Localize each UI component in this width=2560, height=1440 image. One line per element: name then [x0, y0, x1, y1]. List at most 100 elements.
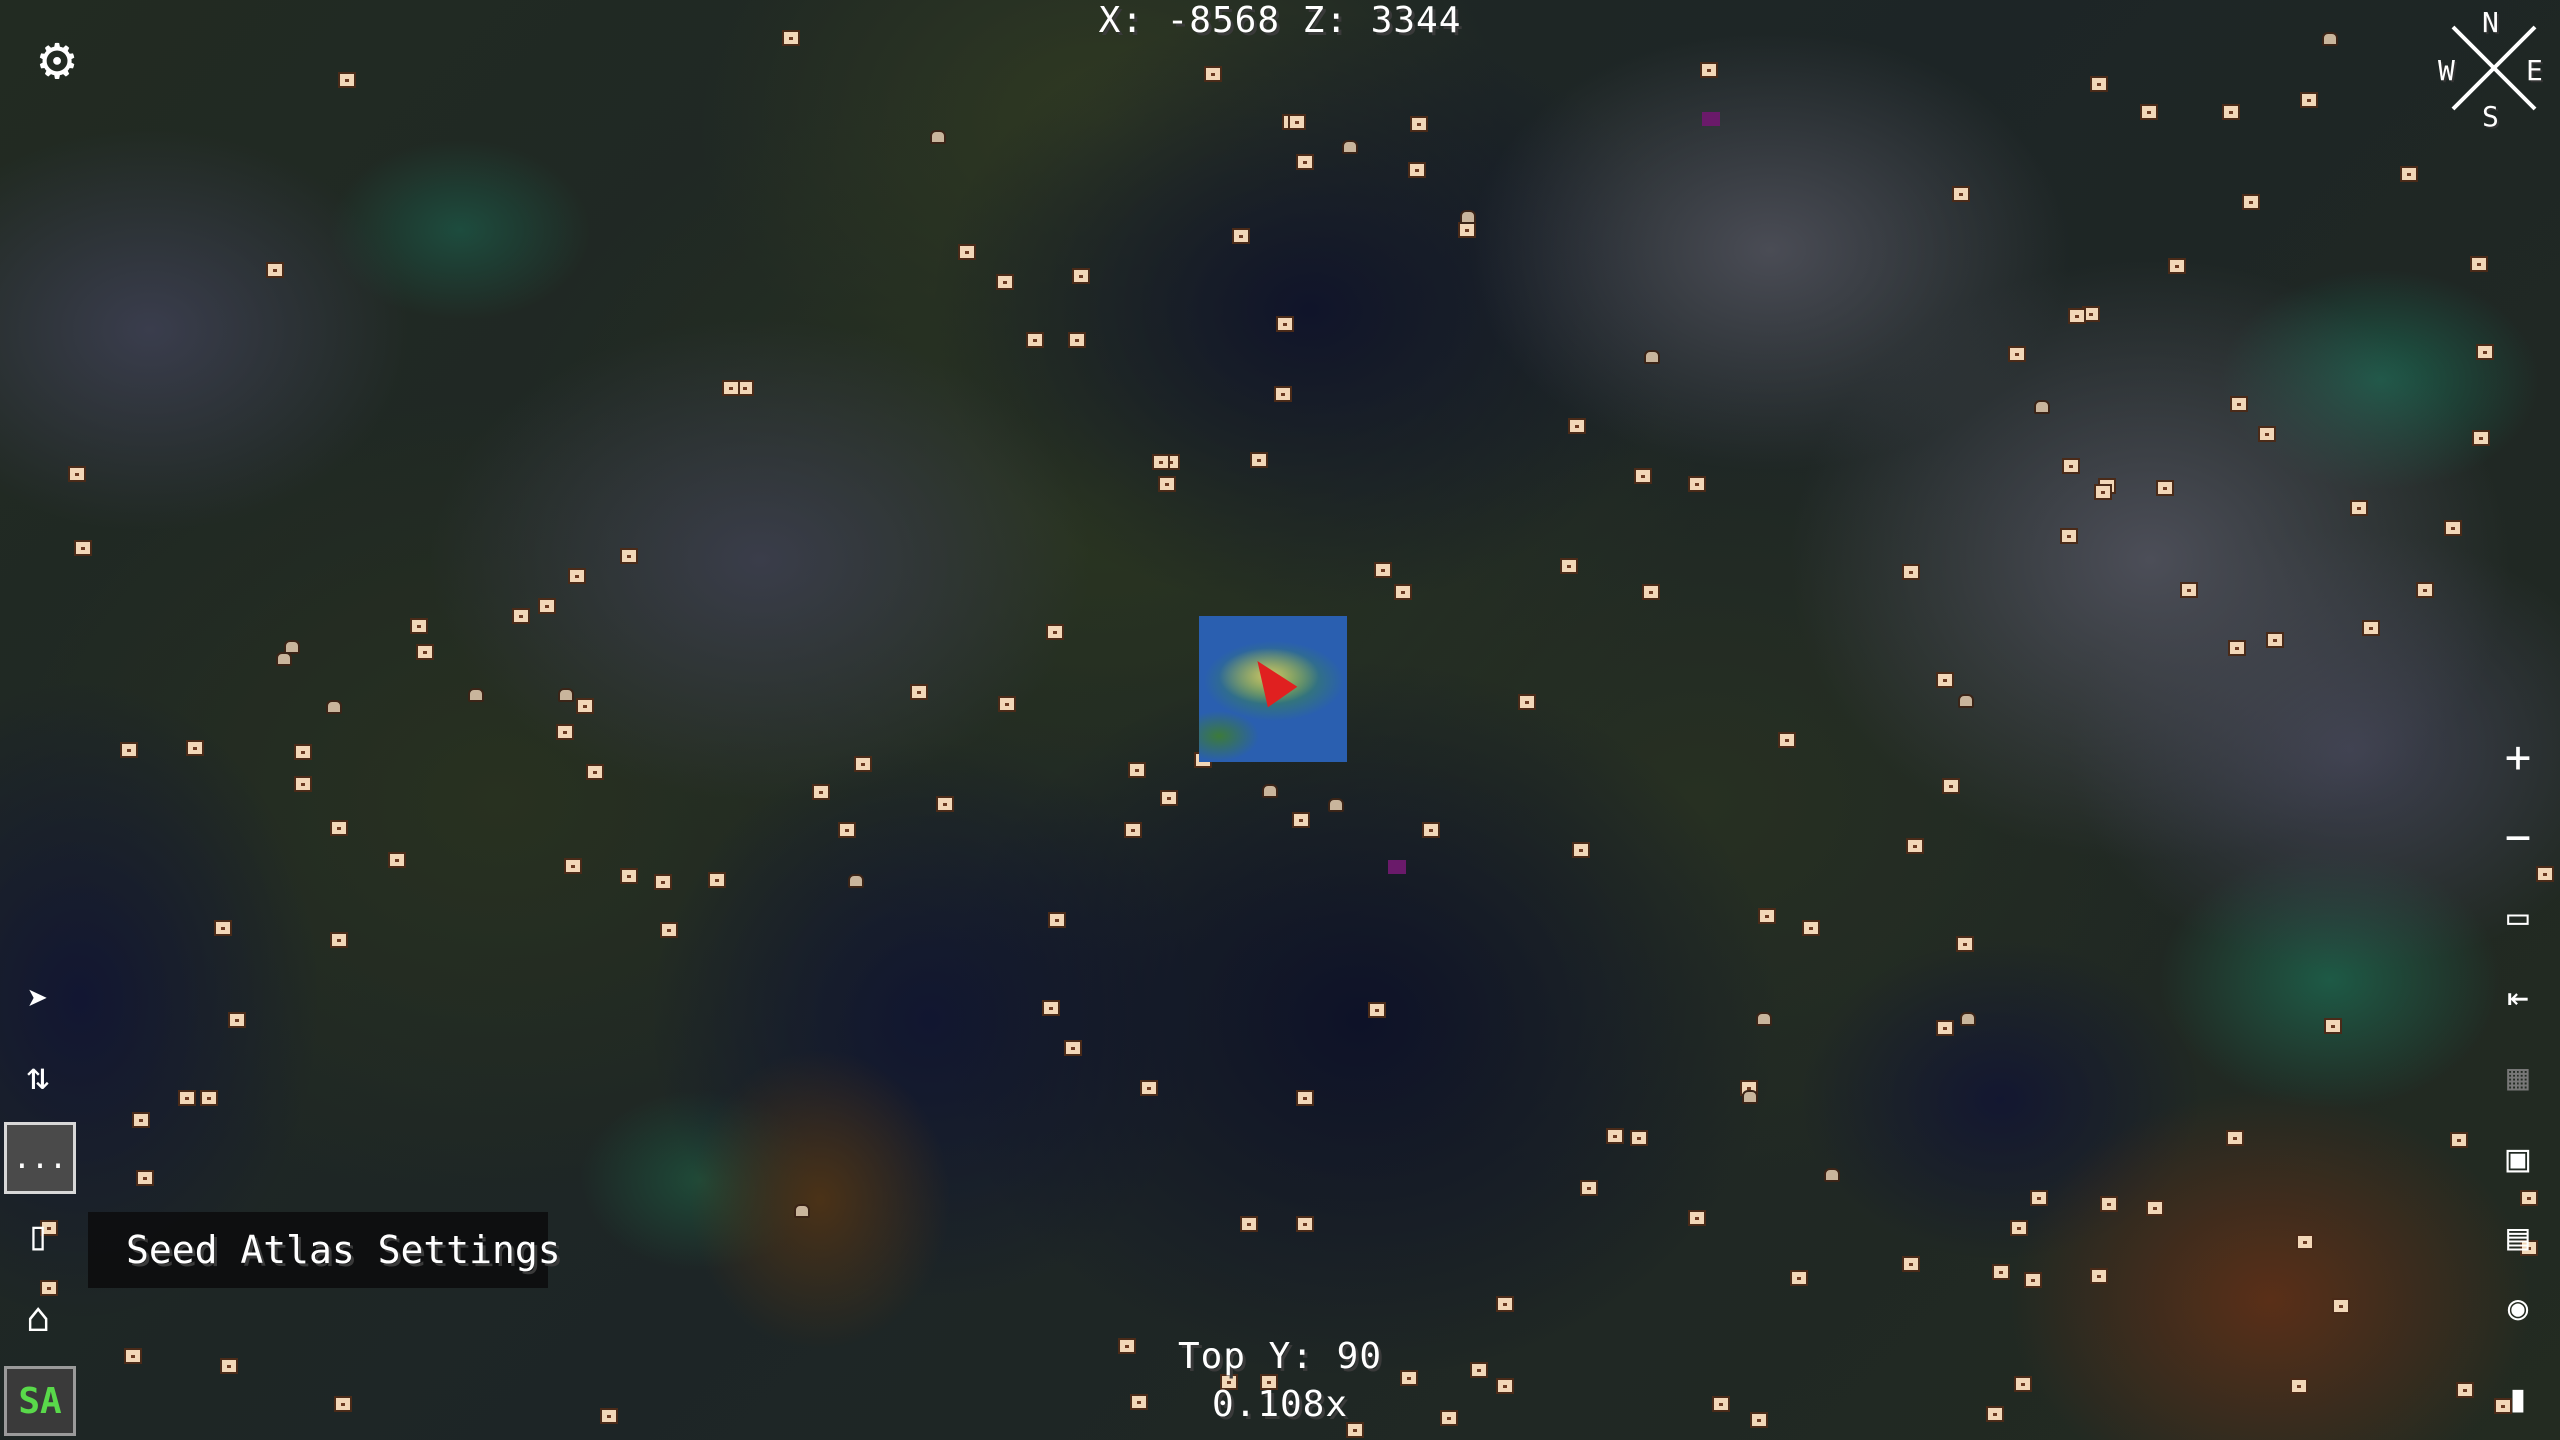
structure-marker[interactable]	[1936, 672, 1954, 688]
village-marker[interactable]	[1262, 784, 1278, 798]
structure-marker[interactable]	[1394, 584, 1412, 600]
village-marker[interactable]	[1342, 140, 1358, 154]
structure-marker[interactable]	[2090, 76, 2108, 92]
structure-marker[interactable]	[2450, 1132, 2468, 1148]
structure-marker[interactable]	[2296, 1234, 2314, 1250]
structure-marker[interactable]	[722, 380, 740, 396]
structure-marker[interactable]	[1276, 316, 1294, 332]
structure-marker[interactable]	[1902, 564, 1920, 580]
structure-marker[interactable]	[1292, 812, 1310, 828]
structure-marker[interactable]	[2476, 344, 2494, 360]
structure-marker[interactable]	[708, 872, 726, 888]
structure-marker[interactable]	[1374, 562, 1392, 578]
structure-marker[interactable]	[1410, 116, 1428, 132]
structure-marker[interactable]	[228, 1012, 246, 1028]
structure-marker[interactable]	[1458, 222, 1476, 238]
structure-marker[interactable]	[1274, 386, 1292, 402]
home-icon[interactable]: ⌂	[10, 1290, 66, 1346]
structure-marker[interactable]	[1232, 228, 1250, 244]
swap-arrows-icon[interactable]: ⇅	[10, 1048, 66, 1104]
structure-marker[interactable]	[2400, 166, 2418, 182]
structure-marker[interactable]	[854, 756, 872, 772]
structure-marker[interactable]	[1700, 62, 1718, 78]
village-marker[interactable]	[930, 130, 946, 144]
village-marker[interactable]	[1742, 1090, 1758, 1104]
grid-icon[interactable]: ▦	[2490, 1050, 2546, 1106]
village-marker[interactable]	[2034, 400, 2050, 414]
structure-marker[interactable]	[330, 820, 348, 836]
exit-icon[interactable]: ⇤	[2490, 970, 2546, 1026]
structure-marker[interactable]	[1124, 822, 1142, 838]
structure-marker[interactable]	[178, 1090, 196, 1106]
zoom-out-icon[interactable]: −	[2490, 810, 2546, 866]
structure-marker[interactable]	[2444, 520, 2462, 536]
village-marker[interactable]	[276, 652, 292, 666]
structure-marker[interactable]	[388, 852, 406, 868]
structure-marker[interactable]	[2100, 1196, 2118, 1212]
zoom-in-icon[interactable]: +	[2490, 730, 2546, 786]
structure-marker[interactable]	[2470, 256, 2488, 272]
structure-marker[interactable]	[2062, 458, 2080, 474]
structure-marker[interactable]	[1288, 114, 1306, 130]
structure-marker[interactable]	[1630, 1130, 1648, 1146]
structure-marker[interactable]	[1368, 1002, 1386, 1018]
structure-marker[interactable]	[620, 868, 638, 884]
village-marker[interactable]	[1756, 1012, 1772, 1026]
structure-marker[interactable]	[1204, 66, 1222, 82]
structure-marker[interactable]	[200, 1090, 218, 1106]
structure-marker[interactable]	[1580, 1180, 1598, 1196]
village-marker[interactable]	[794, 1204, 810, 1218]
structure-marker[interactable]	[2010, 1220, 2028, 1236]
structure-marker[interactable]	[2222, 104, 2240, 120]
structure-marker[interactable]	[2156, 480, 2174, 496]
structure-marker[interactable]	[1572, 842, 1590, 858]
structure-marker[interactable]	[654, 874, 672, 890]
structure-marker[interactable]	[2536, 866, 2554, 882]
structure-marker[interactable]	[2230, 396, 2248, 412]
structure-marker[interactable]	[1250, 452, 1268, 468]
structure-marker[interactable]	[568, 568, 586, 584]
structure-marker[interactable]	[1606, 1128, 1624, 1144]
structure-marker[interactable]	[538, 598, 556, 614]
structure-marker[interactable]	[2068, 308, 2086, 324]
book-icon[interactable]: ▮	[2490, 1370, 2546, 1426]
structure-marker[interactable]	[1560, 558, 1578, 574]
structure-marker[interactable]	[1688, 476, 1706, 492]
add-waypoint-icon[interactable]: ➤	[10, 972, 66, 1028]
structure-marker[interactable]	[1296, 154, 1314, 170]
structure-marker[interactable]	[1296, 1216, 1314, 1232]
structure-marker[interactable]	[1906, 838, 1924, 854]
structure-marker[interactable]	[1802, 920, 1820, 936]
structure-marker[interactable]	[564, 858, 582, 874]
structure-marker[interactable]	[2008, 346, 2026, 362]
scroll-icon[interactable]: ▯	[10, 1208, 66, 1264]
structure-marker[interactable]	[294, 776, 312, 792]
structure-marker[interactable]	[2362, 620, 2380, 636]
structure-marker[interactable]	[2472, 430, 2490, 446]
structure-marker[interactable]	[1642, 584, 1660, 600]
structure-marker[interactable]	[294, 744, 312, 760]
structure-marker[interactable]	[2140, 104, 2158, 120]
structure-marker[interactable]	[1140, 1080, 1158, 1096]
structure-marker[interactable]	[1992, 1264, 2010, 1280]
structure-marker[interactable]	[1048, 912, 1066, 928]
structure-marker[interactable]	[1952, 186, 1970, 202]
structure-marker[interactable]	[1758, 908, 1776, 924]
structure-marker[interactable]	[1936, 1020, 1954, 1036]
structure-marker[interactable]	[838, 822, 856, 838]
structure-marker[interactable]	[1046, 624, 1064, 640]
structure-marker[interactable]	[1240, 1216, 1258, 1232]
structure-marker[interactable]	[136, 1170, 154, 1186]
structure-marker[interactable]	[266, 262, 284, 278]
structure-marker[interactable]	[2168, 258, 2186, 274]
structure-marker[interactable]	[2332, 1298, 2350, 1314]
structure-marker[interactable]	[1956, 936, 1974, 952]
structure-marker[interactable]	[68, 466, 86, 482]
village-marker[interactable]	[1328, 798, 1344, 812]
structure-marker[interactable]	[2520, 1190, 2538, 1206]
structure-marker[interactable]	[132, 1112, 150, 1128]
structure-marker[interactable]	[1064, 1040, 1082, 1056]
structure-marker[interactable]	[74, 540, 92, 556]
structure-marker[interactable]	[1128, 762, 1146, 778]
structure-marker[interactable]	[1422, 822, 1440, 838]
